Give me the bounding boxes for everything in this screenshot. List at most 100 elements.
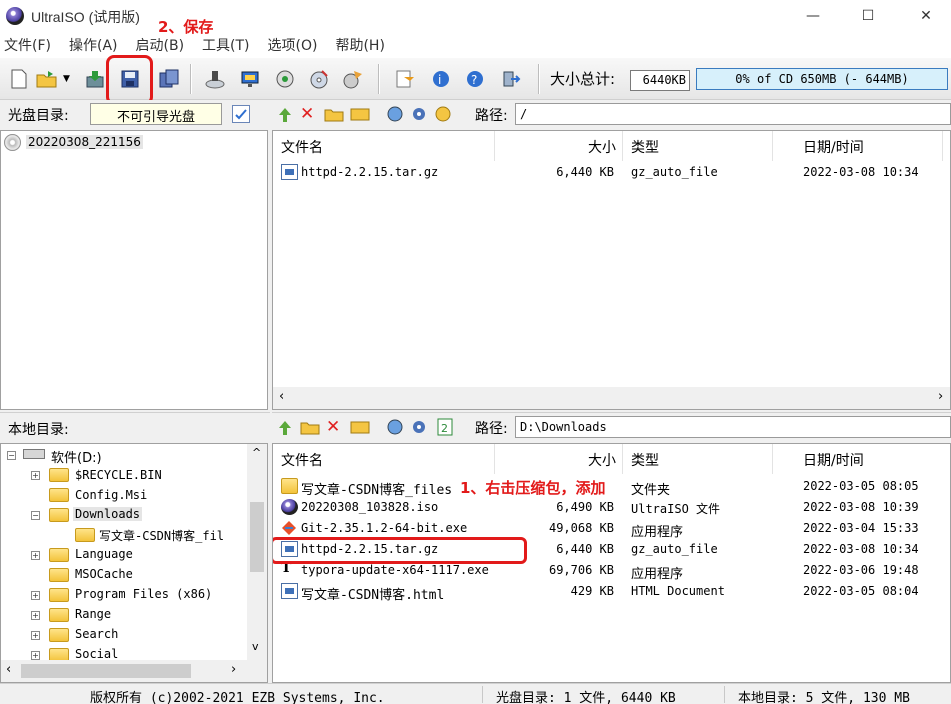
expand-icon[interactable]: + [31,551,40,560]
tree-item[interactable]: Search [75,627,118,641]
folder-icon [281,478,298,494]
virtual-drive-icon[interactable] [238,66,264,92]
refresh-icon[interactable] [434,105,452,123]
table-row[interactable]: httpd-2.2.15.tar.gz 6,440 KB gz_auto_fil… [273,162,950,183]
tree-item[interactable]: Config.Msi [75,488,147,502]
up-folder-icon[interactable] [276,106,294,124]
scroll-left-icon[interactable]: ‹ [279,389,284,404]
open-dropdown-icon[interactable]: ▼ [63,74,70,84]
table-row[interactable]: 写文章-CSDN博客_files 文件夹 2022-03-05 08:05 [273,476,950,498]
burn-disc-icon[interactable] [202,66,228,92]
collapse-icon[interactable]: − [7,451,16,460]
file-name: 写文章-CSDN博客_files [301,483,453,498]
tree-item[interactable]: 软件(D:) [51,447,102,466]
scroll-down-icon[interactable]: v [252,640,259,653]
folder-icon [75,528,95,542]
save-as-icon[interactable] [156,66,182,92]
new-icon[interactable] [6,66,32,92]
tree-item[interactable]: 写文章-CSDN博客_fil [99,527,224,544]
tree-item[interactable]: Program Files (x86) [75,587,212,601]
expand-icon[interactable]: + [31,591,40,600]
menu-help[interactable]: 帮助(H) [335,35,392,55]
col-filename[interactable]: 文件名 [273,444,495,474]
delete-icon[interactable]: ✕ [326,417,340,437]
gz-file-icon [281,164,298,180]
extract-icon[interactable] [82,66,108,92]
refresh-icon[interactable]: 2 [436,418,454,436]
col-filename[interactable]: 文件名 [273,131,495,161]
menu-file[interactable]: 文件(F) [4,35,59,55]
menu-bootable[interactable]: 启动(B) [136,35,193,55]
col-size[interactable]: 大小 [495,131,623,161]
scroll-left-icon[interactable]: ‹ [6,662,11,677]
expand-icon[interactable]: + [31,631,40,640]
boot-type-field[interactable]: 不可引导光盘 [90,103,222,125]
scroll-right-icon[interactable]: › [231,662,236,677]
new-folder-icon[interactable] [300,419,320,435]
disc-hscrollbar[interactable]: ‹ › [273,387,950,409]
html-file-icon [281,583,298,599]
tree-vscrollbar[interactable]: ^ v [247,444,267,660]
rename-icon[interactable] [350,106,370,122]
file-date: 2022-03-06 19:48 [803,563,919,577]
disc-directory-label: 光盘目录: [8,108,69,124]
mount-icon[interactable] [306,66,332,92]
menu-options[interactable]: 选项(O) [268,35,326,55]
table-row[interactable]: 20220308_103828.iso 6,490 KB UltraISO 文件… [273,497,950,518]
info-icon[interactable]: i [428,66,454,92]
col-size[interactable]: 大小 [495,444,623,474]
folder-icon [49,608,69,622]
boot-edit-icon[interactable] [232,105,250,123]
minimize-button[interactable]: — [790,0,836,32]
file-size: 6,440 KB [556,165,614,179]
file-name: 写文章-CSDN博客.html [301,588,445,603]
tree-item[interactable]: MSOCache [75,567,133,581]
delete-icon[interactable]: ✕ [300,104,314,124]
expand-icon[interactable]: + [31,471,40,480]
add-dir-icon[interactable] [386,418,404,436]
expand-icon[interactable]: + [31,651,40,660]
tree-item[interactable]: $RECYCLE.BIN [75,468,162,482]
table-row[interactable]: Git-2.35.1.2-64-bit.exe 49,068 KB 应用程序 2… [273,518,950,540]
col-date[interactable]: 日期/时间 [795,131,943,161]
table-row[interactable]: 写文章-CSDN博客.html 429 KB HTML Document 202… [273,581,950,603]
help-icon[interactable]: ? [462,66,488,92]
collapse-icon[interactable]: − [31,511,40,520]
tree-hscrollbar[interactable]: ‹ › [1,660,267,682]
disc-path-field[interactable]: / [515,103,951,125]
col-type[interactable]: 类型 [623,444,773,474]
add-dir-icon[interactable] [386,105,404,123]
properties-icon[interactable] [392,66,418,92]
window-title: UltraISO (试用版) [31,9,140,25]
expand-icon[interactable]: + [31,611,40,620]
file-size: 49,068 KB [548,521,614,535]
up-folder-icon[interactable] [276,419,294,437]
tree-item[interactable]: Language [75,547,133,561]
scroll-right-icon[interactable]: › [938,389,943,404]
scroll-up-icon[interactable]: ^ [252,446,261,459]
scroll-thumb[interactable] [21,664,191,678]
disc-tree-root[interactable]: 20220308_221156 [26,135,143,149]
convert-icon[interactable] [340,66,366,92]
disc-path-label: 路径: [475,108,508,124]
settings-icon[interactable] [410,418,428,436]
new-folder-icon[interactable] [324,106,344,122]
compress-icon[interactable] [272,66,298,92]
exit-icon[interactable] [498,66,524,92]
maximize-button[interactable]: ☐ [845,0,891,32]
close-button[interactable]: ✕ [903,0,949,32]
col-extra[interactable]: I [943,131,950,161]
col-date[interactable]: 日期/时间 [795,444,950,474]
open-icon[interactable] [34,66,60,92]
tree-item[interactable]: Range [75,607,111,621]
col-type[interactable]: 类型 [623,131,773,161]
menu-tools[interactable]: 工具(T) [202,35,257,55]
tree-item-selected[interactable]: Downloads [73,507,143,521]
menu-actions[interactable]: 操作(A) [69,35,126,55]
scroll-thumb[interactable] [250,502,264,572]
settings-icon[interactable] [410,105,428,123]
rename-icon[interactable] [350,419,370,435]
disc-column-header: 文件名 大小 类型 日期/时间 I [273,131,950,161]
tree-item[interactable]: Social [75,647,118,661]
local-path-field[interactable]: D:\Downloads [515,416,951,438]
